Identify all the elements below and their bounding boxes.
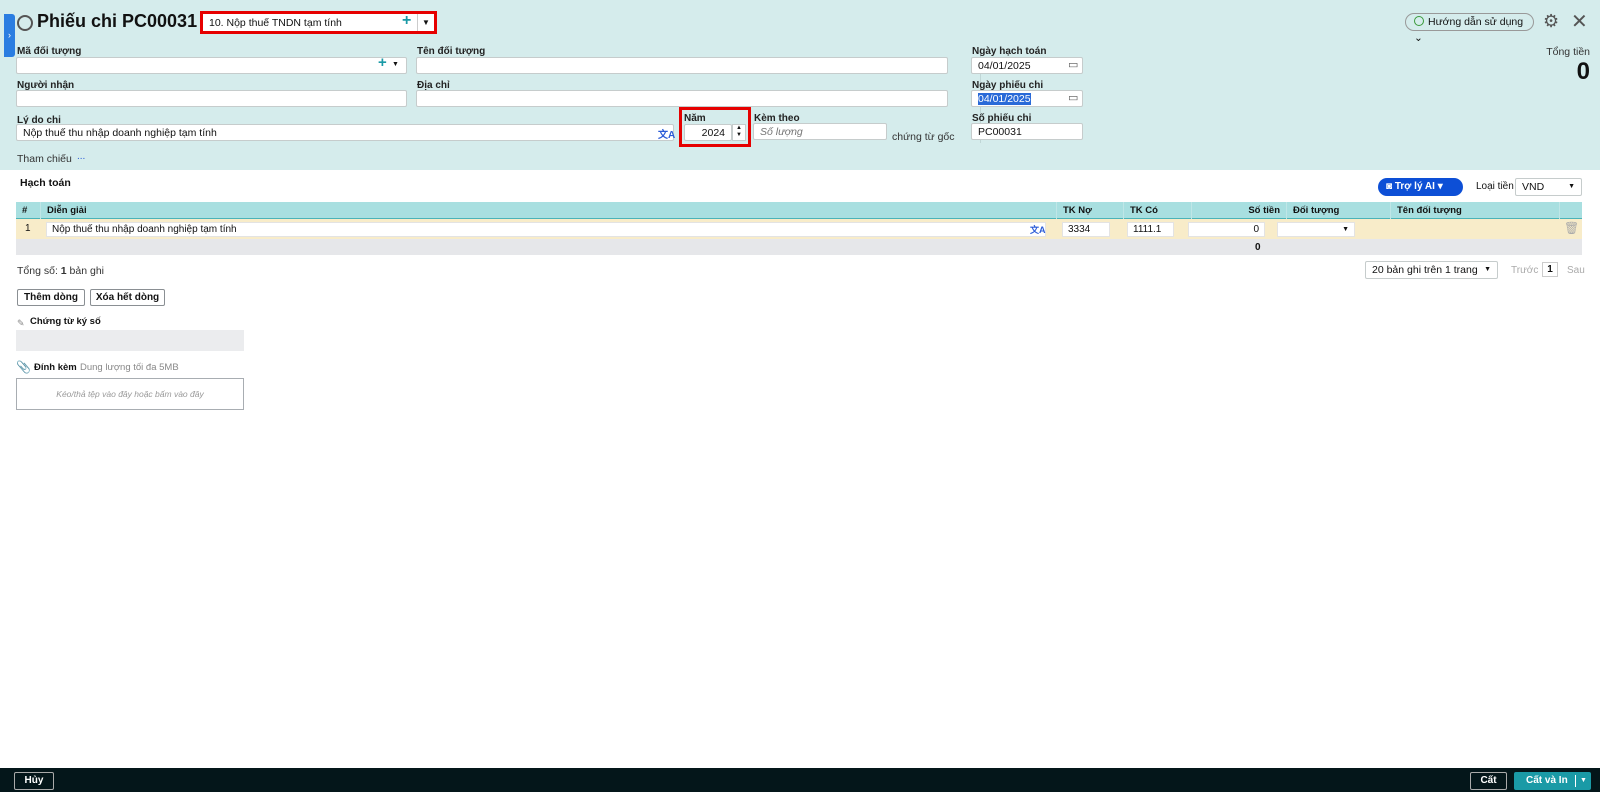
attach-limit: Dung lượng tối đa 5MB bbox=[80, 362, 179, 373]
total-value: 0 bbox=[1576, 58, 1590, 85]
table-header: # Diễn giải TK Nợ TK Có Số tiền Đối tượn… bbox=[16, 202, 1582, 219]
attached-suffix: chứng từ gốc bbox=[892, 131, 955, 143]
voucher-number-input[interactable]: PC00031 bbox=[971, 123, 1083, 140]
object-name-input[interactable] bbox=[416, 57, 948, 74]
year-label: Năm bbox=[684, 113, 706, 124]
translate-icon[interactable]: 文A bbox=[658, 126, 675, 141]
description-input[interactable]: Nộp thuế thu nhập doanh nghiệp tạm tính bbox=[46, 222, 1046, 237]
chevron-down-icon[interactable]: ▼ bbox=[1575, 775, 1591, 787]
credit-account-input[interactable]: 1111.1 bbox=[1127, 222, 1174, 237]
signed-docs-area bbox=[16, 330, 244, 351]
close-icon[interactable]: ✕ bbox=[1571, 9, 1588, 34]
settings-icon[interactable]: ⚙ bbox=[1543, 11, 1559, 32]
add-icon[interactable]: + bbox=[402, 12, 411, 30]
object-code-label: Mã đối tượng bbox=[17, 46, 82, 57]
add-object-icon[interactable]: + bbox=[378, 54, 387, 71]
calendar-icon[interactable]: ▭ bbox=[1068, 91, 1078, 104]
voucher-date-input[interactable]: 04/01/2025 bbox=[971, 90, 1083, 107]
object-name-label: Tên đối tượng bbox=[417, 46, 486, 57]
currency-select[interactable]: VND ▼ bbox=[1515, 178, 1582, 196]
delete-row-icon[interactable]: 🗑 bbox=[1564, 221, 1579, 235]
signed-docs-label: Chứng từ ký số bbox=[30, 316, 101, 327]
footer-bar bbox=[0, 768, 1600, 792]
ai-assistant-button[interactable]: ◙ Trợ lý AI ▾ bbox=[1378, 178, 1463, 196]
posting-date-input[interactable]: 04/01/2025 bbox=[971, 57, 1083, 74]
accounting-table: # Diễn giải TK Nợ TK Có Số tiền Đối tượn… bbox=[16, 202, 1582, 255]
page-size-select[interactable]: 20 bản ghi trên 1 trang ▼ bbox=[1365, 261, 1498, 279]
save-button[interactable]: Cất bbox=[1470, 772, 1507, 790]
translate-icon[interactable]: 文A bbox=[1030, 223, 1046, 236]
chevron-down-icon[interactable]: ▼ bbox=[417, 14, 434, 31]
save-print-button[interactable]: Cất và In ▼ bbox=[1514, 772, 1591, 790]
receiver-input[interactable] bbox=[16, 90, 407, 107]
object-select[interactable]: ▼ bbox=[1277, 222, 1355, 237]
help-icon bbox=[1414, 16, 1424, 26]
reason-input[interactable]: Nộp thuế thu nhập doanh nghiệp tạm tính bbox=[16, 124, 674, 141]
sidebar-toggle[interactable]: › bbox=[4, 14, 15, 57]
accounting-title: Hạch toán bbox=[20, 177, 71, 189]
currency-label: Loại tiền bbox=[1476, 181, 1514, 192]
table-summary: 0 bbox=[16, 239, 1582, 255]
delete-all-rows-button[interactable]: Xóa hết dòng bbox=[90, 289, 165, 306]
debit-account-input[interactable]: 3334 bbox=[1062, 222, 1110, 237]
voucher-type-select[interactable]: 10. Nộp thuế TNDN tạm tính + ▼ bbox=[200, 11, 437, 34]
posting-date-label: Ngày hạch toán bbox=[972, 46, 1047, 57]
file-drop-zone[interactable]: Kéo/thả tệp vào đây hoặc bấm vào đây bbox=[16, 378, 244, 410]
robot-icon: ◙ bbox=[1386, 181, 1395, 192]
next-page[interactable]: Sau bbox=[1567, 265, 1585, 276]
page-title: Phiếu chi PC00031 bbox=[37, 11, 198, 31]
cancel-button[interactable]: Hủy bbox=[14, 772, 54, 790]
attach-label: Đính kèm bbox=[34, 362, 77, 373]
help-button[interactable]: Hướng dẫn sử dụng ⌄ bbox=[1405, 13, 1534, 44]
history-icon[interactable] bbox=[17, 15, 33, 31]
prev-page[interactable]: Trước bbox=[1511, 265, 1538, 276]
calendar-icon[interactable]: ▭ bbox=[1068, 58, 1078, 71]
reference-label: Tham chiếu bbox=[17, 153, 72, 165]
add-row-button[interactable]: Thêm dòng bbox=[17, 289, 85, 306]
signature-icon: ✎ bbox=[17, 318, 25, 328]
current-page[interactable]: 1 bbox=[1542, 262, 1558, 277]
year-stepper[interactable]: ▲ ▼ bbox=[732, 124, 746, 141]
attached-count-input[interactable] bbox=[753, 123, 887, 140]
object-dropdown-icon[interactable]: ▼ bbox=[392, 61, 399, 68]
record-count: Tổng số: 1 bản ghi bbox=[17, 265, 104, 277]
paperclip-icon: 📎 bbox=[16, 360, 31, 374]
reference-link[interactable]: ... bbox=[77, 151, 85, 162]
address-input[interactable] bbox=[416, 90, 948, 107]
year-input[interactable]: 2024 bbox=[684, 124, 732, 141]
amount-input[interactable]: 0 bbox=[1188, 222, 1265, 237]
object-code-input[interactable] bbox=[16, 57, 407, 74]
table-row: 1 Nộp thuế thu nhập doanh nghiệp tạm tín… bbox=[16, 219, 1582, 239]
total-label: Tổng tiền bbox=[1546, 46, 1590, 58]
